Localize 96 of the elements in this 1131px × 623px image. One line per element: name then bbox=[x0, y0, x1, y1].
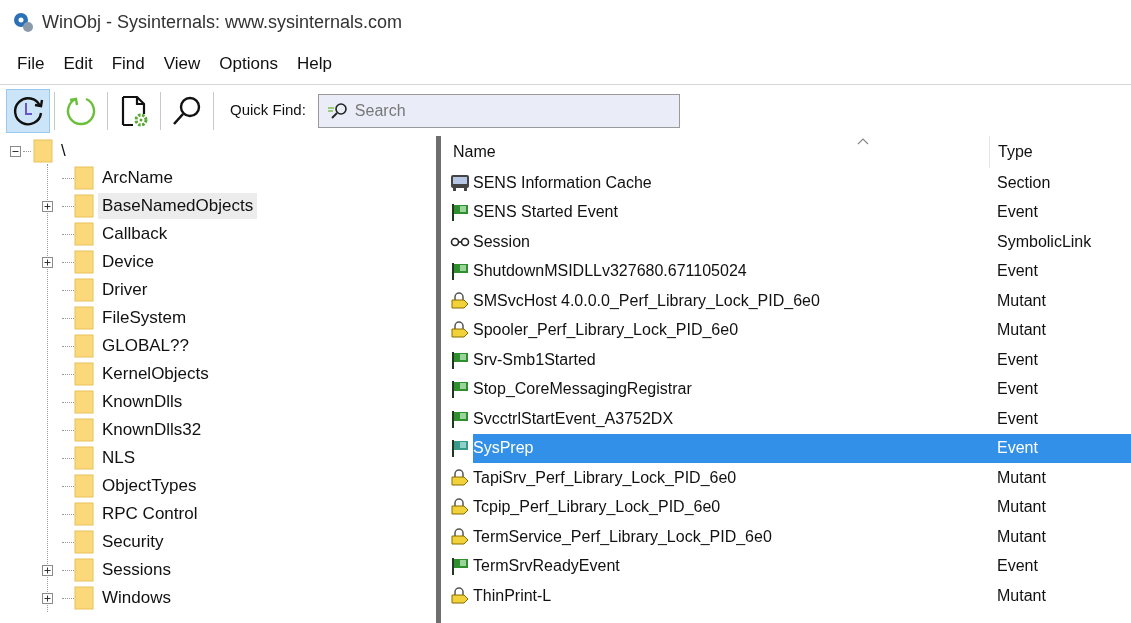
collapse-icon[interactable] bbox=[10, 145, 21, 157]
padlock-icon bbox=[450, 526, 470, 547]
table-cell[interactable]: Stop_CoreMessagingRegistrar bbox=[473, 377, 989, 402]
table-cell-text: Mutant bbox=[996, 320, 1047, 341]
quick-find-label: Quick Find: bbox=[230, 100, 306, 121]
menu-item[interactable]: Edit bbox=[56, 51, 100, 77]
toolbar-button[interactable] bbox=[6, 88, 50, 133]
flag-icon bbox=[450, 438, 470, 459]
table-cell[interactable]: Session bbox=[473, 229, 989, 254]
tree-item[interactable]: Driver bbox=[98, 277, 152, 303]
tree-item[interactable]: Callback bbox=[98, 221, 172, 247]
menu-item[interactable]: View bbox=[156, 51, 208, 77]
tree-item[interactable]: FileSystem bbox=[98, 305, 191, 331]
search-field[interactable]: Search bbox=[317, 93, 680, 128]
tree-item[interactable]: Device bbox=[98, 249, 158, 275]
table-cell[interactable]: TermSrvReadyEvent bbox=[473, 554, 989, 579]
table-cell-text: Event bbox=[996, 408, 1039, 429]
flag-icon bbox=[450, 202, 470, 223]
tree-item[interactable]: RPC Control bbox=[98, 501, 202, 527]
tree-item[interactable]: GLOBAL?? bbox=[98, 333, 193, 359]
tree-item[interactable]: Sessions bbox=[98, 557, 175, 583]
folder-icon bbox=[33, 139, 53, 163]
table-cell: Event bbox=[989, 433, 1131, 463]
folder-icon bbox=[74, 334, 94, 358]
expand-icon[interactable] bbox=[42, 200, 53, 212]
table-cell-text: Event bbox=[996, 379, 1039, 400]
folder-icon bbox=[74, 278, 94, 302]
tree-item[interactable]: Security bbox=[98, 529, 168, 555]
tree-item[interactable]: KnownDlls32 bbox=[98, 417, 206, 443]
menu-item[interactable]: File bbox=[10, 51, 52, 77]
table-cell[interactable]: Spooler_Perf_Library_Lock_PID_6e0 bbox=[473, 318, 989, 343]
column-header[interactable]: Name bbox=[445, 136, 989, 168]
expand-icon[interactable] bbox=[42, 564, 53, 576]
padlock-icon bbox=[450, 320, 470, 341]
folder-icon bbox=[74, 586, 94, 610]
menu-item[interactable]: Find bbox=[104, 51, 152, 77]
tree-item[interactable]: NLS bbox=[98, 445, 140, 471]
folder-icon bbox=[74, 446, 94, 470]
folder-icon bbox=[74, 502, 94, 526]
table-cell[interactable]: TapiSrv_Perf_Library_Lock_PID_6e0 bbox=[473, 465, 989, 490]
window-title: WinObj - Sysinternals: www.sysinternals.com bbox=[42, 10, 403, 34]
flag-icon bbox=[450, 379, 470, 400]
expand-icon[interactable] bbox=[42, 592, 53, 604]
table-cell[interactable]: Tcpip_Perf_Library_Lock_PID_6e0 bbox=[473, 495, 989, 520]
table-cell-text: Mutant bbox=[996, 290, 1047, 311]
flag-icon bbox=[450, 349, 470, 370]
table-cell[interactable]: ShutdownMSIDLLv327680.671105024 bbox=[473, 259, 989, 284]
padlock-icon bbox=[450, 585, 470, 606]
folder-icon bbox=[74, 418, 94, 442]
flag-icon bbox=[450, 261, 470, 282]
table-cell-text: Event bbox=[996, 349, 1039, 370]
tree-item[interactable]: ArcName bbox=[98, 165, 177, 191]
table-cell-text: Mutant bbox=[996, 467, 1047, 488]
expand-icon[interactable] bbox=[42, 256, 53, 268]
table-cell[interactable]: SENS Started Event bbox=[473, 200, 989, 225]
link-icon bbox=[450, 236, 470, 247]
padlock-icon bbox=[450, 467, 470, 488]
table-cell[interactable]: SvcctrlStartEvent_A3752DX bbox=[473, 406, 989, 431]
table-cell-text: Mutant bbox=[996, 526, 1047, 547]
flag-icon bbox=[450, 408, 470, 429]
memory-icon bbox=[450, 173, 470, 192]
folder-icon bbox=[74, 166, 94, 190]
table-cell-text: Event bbox=[996, 556, 1039, 577]
flag-icon bbox=[450, 556, 470, 577]
folder-icon bbox=[74, 362, 94, 386]
folder-icon bbox=[74, 390, 94, 414]
folder-icon bbox=[74, 530, 94, 554]
table-cell-text: Mutant bbox=[996, 585, 1047, 606]
folder-icon bbox=[74, 474, 94, 498]
table-cell-text: Section bbox=[996, 172, 1052, 193]
tree-item[interactable]: KernelObjects bbox=[98, 361, 213, 387]
folder-icon bbox=[74, 222, 94, 246]
folder-icon bbox=[74, 558, 94, 582]
folder-icon bbox=[74, 306, 94, 330]
tree-item[interactable]: ObjectTypes bbox=[98, 473, 201, 499]
padlock-icon bbox=[450, 497, 470, 518]
tree-item[interactable]: KnownDlls bbox=[98, 389, 187, 415]
tree-item[interactable]: BaseNamedObjects bbox=[98, 193, 258, 219]
table-cell[interactable]: Srv-Smb1Started bbox=[473, 347, 989, 372]
menu-item[interactable]: Help bbox=[289, 51, 339, 77]
table-cell-text: Event bbox=[996, 202, 1039, 223]
table-cell[interactable]: ThinPrint-L bbox=[473, 583, 989, 608]
table-cell[interactable]: SENS Information Cache bbox=[473, 170, 989, 195]
padlock-icon bbox=[450, 290, 470, 311]
app-gears-icon bbox=[12, 11, 34, 33]
tree-item[interactable]: \ bbox=[61, 138, 66, 164]
table-cell-text: SymbolicLink bbox=[996, 231, 1093, 252]
table-cell[interactable]: TermService_Perf_Library_Lock_PID_6e0 bbox=[473, 524, 989, 549]
menu-item[interactable]: Options bbox=[212, 51, 285, 77]
table-cell-text: Mutant bbox=[996, 497, 1047, 518]
tree-item[interactable]: Windows bbox=[98, 585, 175, 611]
folder-icon bbox=[74, 250, 94, 274]
folder-icon bbox=[74, 194, 94, 218]
table-cell-text: Event bbox=[996, 261, 1039, 282]
column-header[interactable]: Type bbox=[989, 136, 1131, 168]
table-cell[interactable]: SMSvcHost 4.0.0.0_Perf_Library_Lock_PID_6e0 bbox=[473, 288, 989, 313]
